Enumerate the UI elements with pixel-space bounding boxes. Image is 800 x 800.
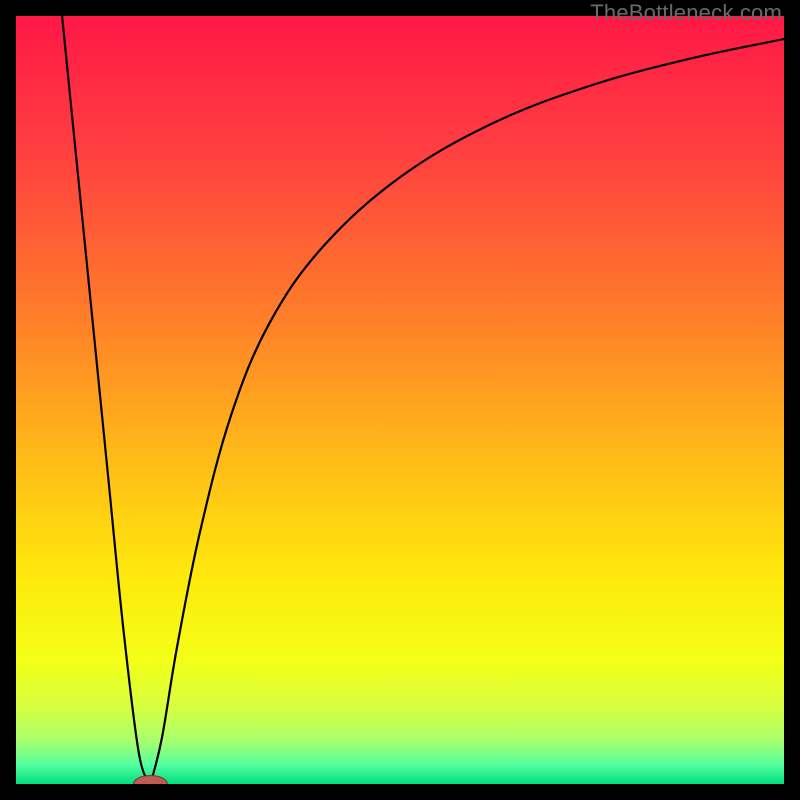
watermark-text: TheBottleneck.com bbox=[590, 0, 782, 26]
bottleneck-plot bbox=[16, 16, 784, 784]
gradient-background bbox=[16, 16, 784, 784]
chart-frame bbox=[16, 16, 784, 784]
